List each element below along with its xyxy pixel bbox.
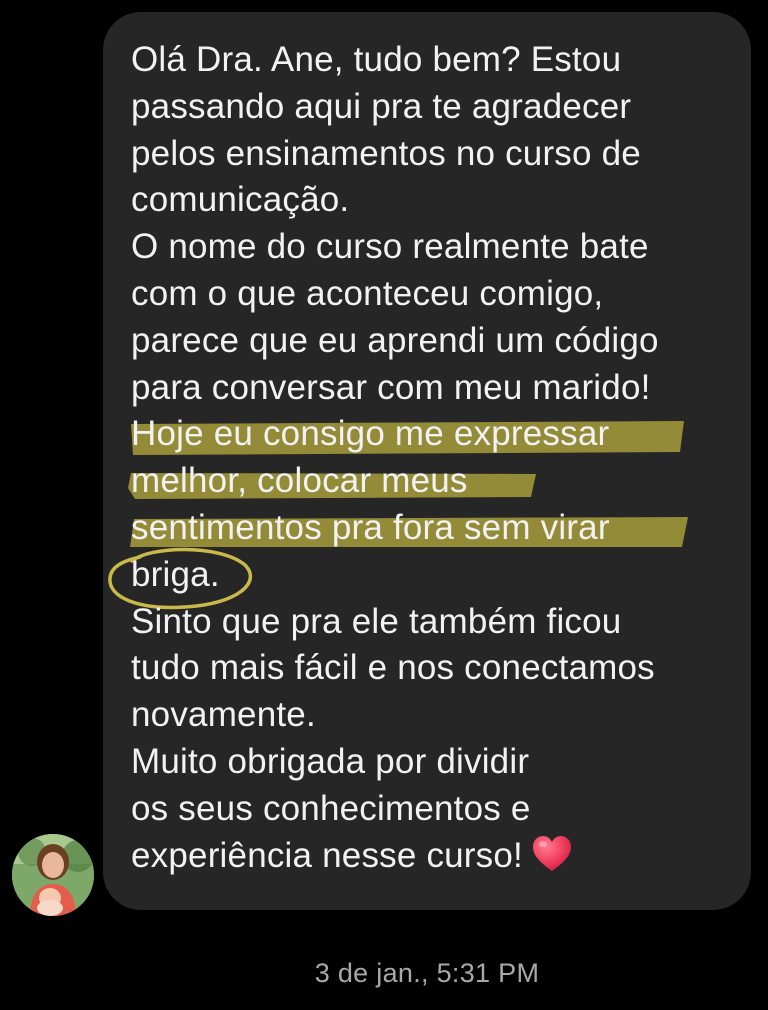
message-line: os seus conhecimentos e xyxy=(131,788,531,828)
message-line-text: experiência nesse curso! xyxy=(131,835,523,875)
message-line: novamente. xyxy=(131,695,316,735)
message-text: Olá Dra. Ane, tudo bem? Estou passando a… xyxy=(131,37,741,879)
avatar-photo xyxy=(12,834,94,916)
sender-avatar[interactable] xyxy=(12,834,94,916)
message-line: Sinto que pra ele também ficou xyxy=(131,601,622,641)
highlighted-line: Hoje eu consigo me expressar xyxy=(131,414,610,454)
message-timestamp: 3 de jan., 5:31 PM xyxy=(314,958,540,988)
message-line: para conversar com meu marido! xyxy=(131,367,651,407)
message-line: tudo mais fácil e nos conectamos xyxy=(131,648,655,688)
circled-word-line: briga. xyxy=(131,554,220,594)
message-line: Muito obrigada por dividir xyxy=(131,741,530,781)
message-line-last: experiência nesse curso! xyxy=(131,833,741,880)
highlighted-line: sentimentos pra fora sem virar xyxy=(131,507,610,547)
message-line: comunicação. xyxy=(131,180,350,220)
message-line: Olá Dra. Ane, tudo bem? Estou xyxy=(131,40,622,79)
message-line: pelos ensinamentos no curso de xyxy=(131,133,641,173)
red-heart-icon xyxy=(532,836,571,872)
highlighted-line: melhor, colocar meus xyxy=(131,461,468,501)
message-line: parece que eu aprendi um código xyxy=(131,320,659,360)
message-line: com o que aconteceu comigo, xyxy=(131,273,604,313)
chat-screen: Olá Dra. Ane, tudo bem? Estou passando a… xyxy=(0,0,768,1010)
message-line: O nome do curso realmente bate xyxy=(131,227,649,267)
message-line: passando aqui pra te agradecer xyxy=(131,86,632,126)
